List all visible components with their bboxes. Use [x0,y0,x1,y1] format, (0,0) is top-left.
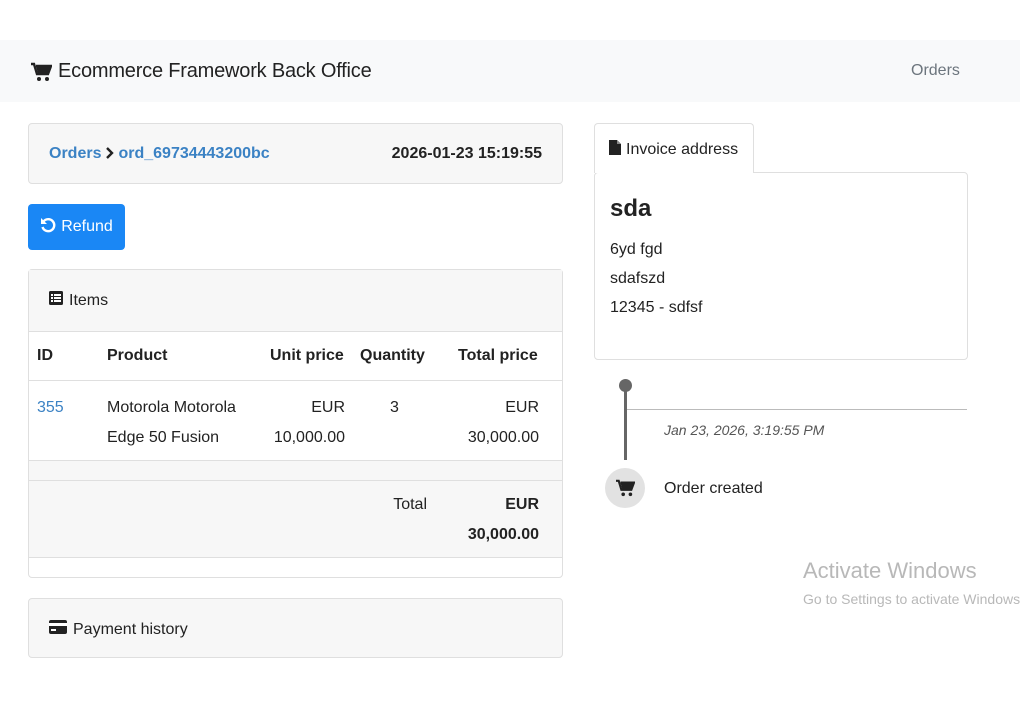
payment-history-text: Payment history [73,620,188,638]
breadcrumb: Orders ord_69734443200bc [49,145,270,163]
items-card-header: Items [29,270,562,332]
timeline-line [624,390,627,460]
address-line-3: 12345 - sdfsf [610,299,703,316]
invoice-address-panel: sda 6yd fgd sdafszd 12345 - sdfsf [594,172,968,360]
breadcrumb-orders-link[interactable]: Orders [49,145,101,163]
column-header-product: Product [107,347,168,364]
timeline-event: Order created [664,480,763,497]
timeline-divider [627,409,967,410]
refund-button[interactable]: Refund [28,204,125,250]
activate-windows-subtitle: Go to Settings to activate Windows. [803,591,1020,607]
shopping-cart-icon [30,62,52,82]
column-header-id: ID [37,347,53,364]
table-divider [29,380,562,381]
item-total-amount: 30,000.00 [467,429,539,446]
brand-title: Ecommerce Framework Back Office [58,60,372,82]
refund-label: Refund [61,218,113,235]
item-unit-currency: EUR [311,399,345,416]
item-unit-price: EUR 10,000.00 [255,393,345,453]
item-total-currency: EUR [505,399,539,416]
credit-card-icon [49,620,67,639]
items-card: Items ID Product Unit price Quantity Tot… [28,269,563,578]
total-label: Total [393,496,427,513]
tab-invoice-address[interactable]: Invoice address [594,123,754,173]
address-line-2: sdafszd [610,270,666,287]
column-header-unit-price: Unit price [270,347,344,364]
timeline-date: Jan 23, 2026, 3:19:55 PM [664,422,825,438]
file-icon [609,140,621,160]
total-currency: EUR [505,496,539,513]
payment-history-title: Payment history [49,620,188,639]
payment-history-card: Payment history [28,598,563,658]
address-name: sda [610,195,652,222]
item-quantity: 3 [390,399,399,416]
shopping-cart-icon [605,468,645,508]
list-icon [49,291,63,310]
column-header-total-price: Total price [458,347,538,364]
order-date: 2026-01-23 15:19:55 [391,145,542,162]
item-id-link[interactable]: 355 [37,393,64,423]
breadcrumb-order-id[interactable]: ord_69734443200bc [118,145,269,163]
item-unit-amount: 10,000.00 [273,429,345,446]
item-total-price: EUR 30,000.00 [449,393,539,453]
item-product-line1: Motorola Motorola [107,399,236,416]
breadcrumb-card: Orders ord_69734443200bc 2026-01-23 15:1… [28,123,563,184]
timeline-dot [619,379,632,392]
nav-link-orders[interactable]: Orders [911,62,960,80]
items-title-text: Items [69,291,109,309]
address-line-1: 6yd fgd [610,241,663,258]
undo-icon [40,217,56,238]
column-header-quantity: Quantity [360,347,425,364]
tab-invoice-address-text: Invoice address [626,141,739,158]
activate-windows-title: Activate Windows [803,558,977,583]
total-value: EUR 30,000.00 [449,490,539,550]
tab-invoice-address-label: Invoice address [609,140,738,160]
table-spacer-row [29,461,562,480]
top-navbar: Ecommerce Framework Back Office Orders [0,40,1020,102]
item-product: Motorola Motorola Edge 50 Fusion [107,393,236,453]
chevron-right-icon [105,146,115,163]
total-row: Total EUR 30,000.00 [29,480,562,558]
item-product-line2: Edge 50 Fusion [107,429,220,446]
items-title: Items [49,291,108,310]
total-amount: 30,000.00 [467,526,539,543]
brand[interactable]: Ecommerce Framework Back Office [30,60,372,83]
